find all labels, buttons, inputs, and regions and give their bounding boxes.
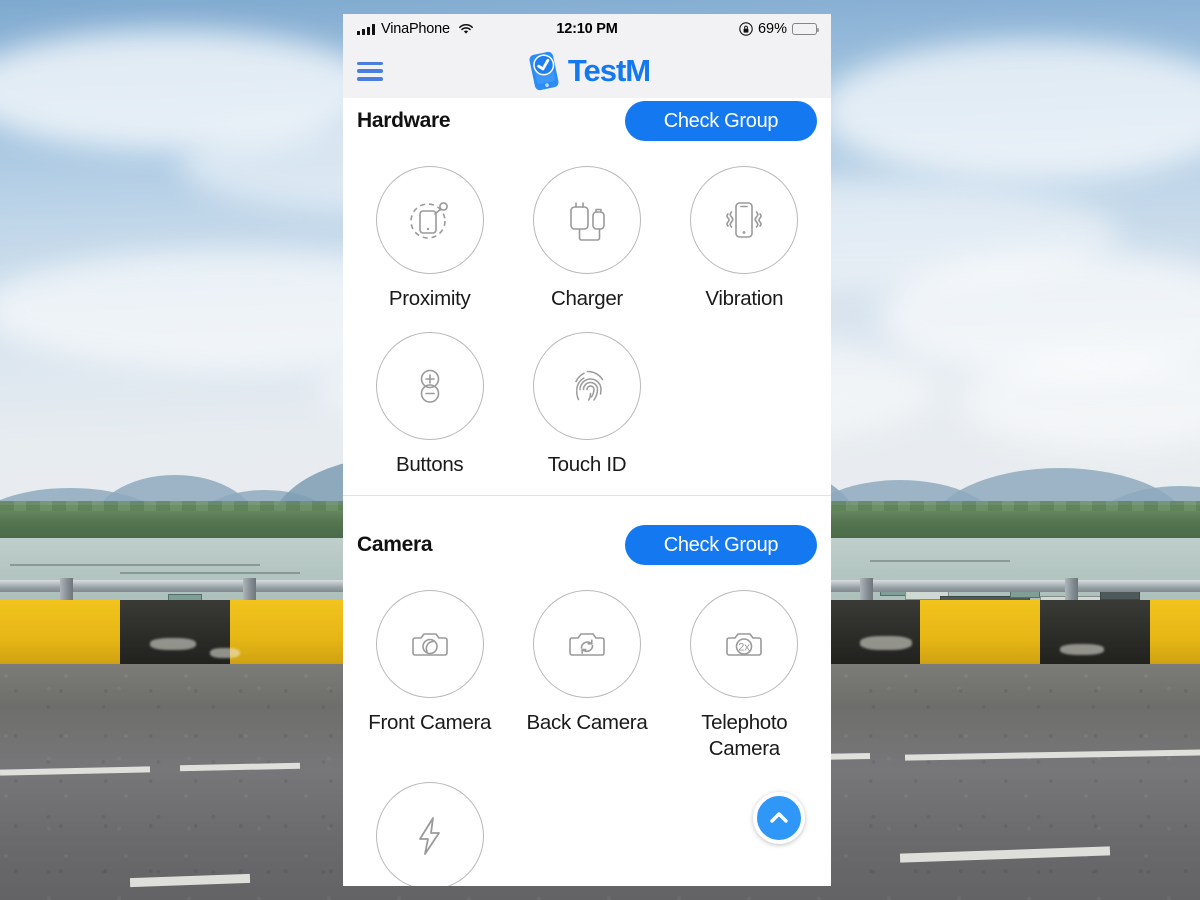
- tile-circle: [532, 166, 641, 274]
- group-title: Camera: [357, 533, 433, 557]
- tile-label: Vibration: [705, 287, 784, 310]
- group-title: Hardware: [357, 109, 451, 132]
- tile-charger[interactable]: Charger: [508, 152, 665, 318]
- phone-vibration-icon: [726, 202, 763, 238]
- battery-icon: [792, 23, 819, 35]
- battery-percent-label: 69%: [757, 21, 787, 37]
- volume-buttons-icon: [420, 369, 439, 403]
- tile-label: Front Camera: [368, 711, 492, 735]
- tile-circle: [375, 331, 484, 440]
- app-brand: TestM: [343, 44, 831, 98]
- group-hardware: Hardware Check Group Proximity Charger V…: [343, 98, 831, 483]
- tile-back-camera[interactable]: Back Camera: [508, 576, 665, 767]
- tile-front-camera[interactable]: Front Camera: [351, 576, 508, 767]
- fingerprint-icon: [575, 370, 604, 401]
- test-groups-scroll-area[interactable]: Hardware Check Group Proximity Charger V…: [343, 98, 831, 886]
- ios-status-bar: VinaPhone 12:10 PM 69%: [343, 14, 831, 44]
- cellular-signal-icon: [357, 23, 375, 35]
- tile-label: Charger: [551, 287, 623, 310]
- back-camera-icon: [569, 633, 605, 657]
- tile-circle: 2x: [690, 590, 799, 699]
- carrier-label: VinaPhone: [381, 21, 450, 37]
- camera-flash-icon: [418, 816, 440, 855]
- tile-camera-flash[interactable]: [351, 768, 508, 886]
- testm-logo-icon: [524, 50, 564, 92]
- group-header-hardware: Hardware Check Group: [343, 98, 831, 144]
- tile-circle: [375, 166, 484, 274]
- phone-screenshot: VinaPhone 12:10 PM 69% TestM Hardware Ch…: [343, 14, 831, 886]
- tile-label: Proximity: [388, 287, 471, 310]
- tile-circle: [532, 590, 641, 699]
- tile-label: Telephoto Camera: [701, 711, 788, 760]
- tile-label: Buttons: [395, 452, 464, 476]
- rotation-lock-icon: [739, 22, 753, 36]
- app-nav-bar: TestM: [343, 44, 831, 98]
- tile-circle: [532, 331, 641, 440]
- group-header-camera: Camera Check Group: [343, 522, 831, 568]
- tile-vibration[interactable]: Vibration: [666, 152, 823, 318]
- tile-circle: [375, 590, 484, 699]
- tile-grid-camera: Front Camera Back Camera 2x Telephoto Ca…: [343, 568, 831, 886]
- wifi-icon: [458, 23, 474, 35]
- proximity-sensor-icon: [409, 202, 448, 239]
- tile-circle: [375, 781, 484, 886]
- check-group-button-camera[interactable]: Check Group: [625, 525, 817, 566]
- check-group-button-hardware[interactable]: Check Group: [625, 101, 817, 141]
- section-divider: [343, 495, 831, 497]
- tile-touch-id[interactable]: Touch ID: [508, 318, 665, 484]
- chevron-up-icon: [766, 805, 792, 831]
- front-camera-icon: [411, 633, 448, 657]
- tile-telephoto-camera[interactable]: 2x Telephoto Camera: [666, 576, 823, 767]
- telephoto-zoom-badge: 2x: [739, 642, 751, 654]
- brand-name: TestM: [567, 53, 651, 88]
- tile-circle: [690, 166, 799, 274]
- tile-proximity[interactable]: Proximity: [351, 152, 508, 318]
- tile-label: Touch ID: [547, 452, 627, 476]
- scroll-to-top-button[interactable]: [753, 792, 805, 844]
- tile-buttons[interactable]: Buttons: [351, 318, 508, 484]
- charger-plug-icon: [570, 202, 605, 241]
- hamburger-menu-icon[interactable]: [357, 61, 383, 81]
- tile-grid-hardware: Proximity Charger Vibration Buttons Touc…: [343, 144, 831, 483]
- status-time: 12:10 PM: [556, 21, 618, 37]
- tile-label: Back Camera: [526, 711, 648, 735]
- telephoto-camera-icon: 2x: [726, 633, 763, 657]
